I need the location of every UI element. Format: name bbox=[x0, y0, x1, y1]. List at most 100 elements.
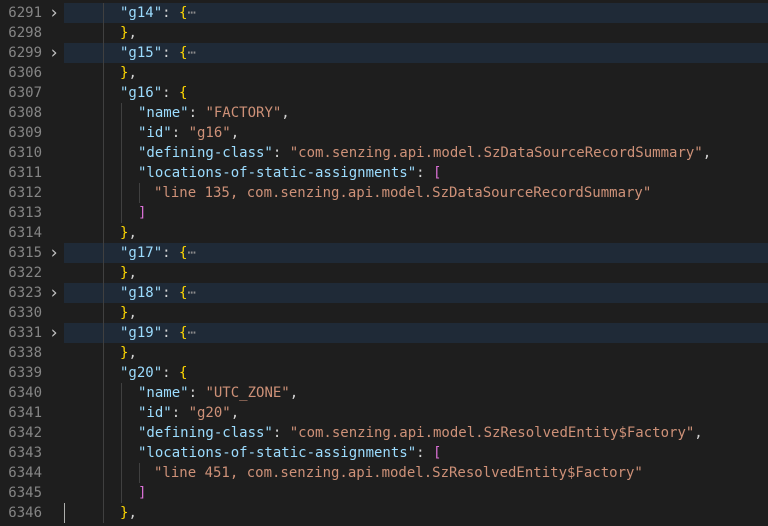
line-number: 6342 bbox=[8, 425, 42, 441]
folded-code-line[interactable]: 6291 › "g14": {⋯ bbox=[0, 3, 768, 23]
line-number: 6345 bbox=[8, 485, 42, 501]
punctuation: : bbox=[272, 145, 290, 161]
line-number: 6339 bbox=[8, 365, 42, 381]
bracket: [ bbox=[433, 445, 442, 461]
code-line[interactable]: 6298}, bbox=[0, 23, 768, 43]
punctuation: , bbox=[128, 305, 137, 321]
line-number: 6330 bbox=[8, 305, 42, 321]
chevron-right-icon[interactable]: › bbox=[48, 3, 60, 23]
code-text: "g14": {⋯ bbox=[120, 3, 196, 23]
code-text: "id": "g16", bbox=[138, 123, 239, 143]
gutter: 6298 bbox=[0, 23, 64, 43]
gutter: 6323 › bbox=[0, 283, 64, 303]
gutter: 6322 bbox=[0, 263, 64, 283]
code-line[interactable]: 6338}, bbox=[0, 343, 768, 363]
line-number: 6343 bbox=[8, 445, 42, 461]
folded-code-line[interactable]: 6299 › "g15": {⋯ bbox=[0, 43, 768, 63]
gutter: 6343 bbox=[0, 443, 64, 463]
gutter: 6312 bbox=[0, 183, 64, 203]
line-number: 6331 bbox=[8, 325, 42, 341]
code-text: "g15": {⋯ bbox=[120, 43, 196, 63]
chevron-right-icon[interactable]: › bbox=[48, 243, 60, 263]
code-line[interactable]: 6311 "locations-of-static-assignments": [ bbox=[0, 163, 768, 183]
code-line[interactable]: 6308 "name": "FACTORY", bbox=[0, 103, 768, 123]
punctuation: , bbox=[128, 225, 137, 241]
fold-ellipsis[interactable]: ⋯ bbox=[187, 45, 195, 61]
text-cursor bbox=[64, 503, 65, 523]
code-line[interactable]: 6340 "name": "UTC_ZONE", bbox=[0, 383, 768, 403]
code-text: "id": "g20", bbox=[138, 403, 239, 423]
fold-ellipsis[interactable]: ⋯ bbox=[187, 285, 195, 301]
punctuation: , bbox=[128, 345, 137, 361]
gutter: 6342 bbox=[0, 423, 64, 443]
line-number: 6306 bbox=[8, 65, 42, 81]
json-key: "name" bbox=[138, 385, 189, 401]
json-key: "g20" bbox=[120, 365, 163, 381]
json-key: "locations-of-static-assignments" bbox=[138, 165, 417, 181]
code-line[interactable]: 6345] bbox=[0, 483, 768, 503]
code-line[interactable]: 6343 "locations-of-static-assignments": [ bbox=[0, 443, 768, 463]
code-line[interactable]: 6339 "g20": { bbox=[0, 363, 768, 383]
code-line[interactable]: 6342 "defining-class": "com.senzing.api.m… bbox=[0, 423, 768, 443]
code-line[interactable]: 6344 "line 451, com.senzing.api.model.SzR… bbox=[0, 463, 768, 483]
line-number: 6291 bbox=[8, 5, 42, 21]
code-text: "line 135, com.senzing.api.model.SzDataS… bbox=[154, 183, 651, 203]
chevron-right-icon[interactable]: › bbox=[48, 283, 60, 303]
code-text: "locations-of-static-assignments": [ bbox=[138, 443, 441, 463]
code-line[interactable]: 6307 "g16": { bbox=[0, 83, 768, 103]
punctuation: , bbox=[702, 145, 712, 161]
code-text: "line 451, com.senzing.api.model.SzResol… bbox=[154, 463, 643, 483]
fold-ellipsis[interactable]: ⋯ bbox=[187, 245, 195, 261]
code-line[interactable]: 6310 "defining-class": "com.senzing.api.m… bbox=[0, 143, 768, 163]
line-number: 6312 bbox=[8, 185, 42, 201]
json-string: "line 135, com.senzing.api.model.SzDataS… bbox=[154, 185, 652, 201]
folded-code-line[interactable]: 6323 › "g18": {⋯ bbox=[0, 283, 768, 303]
code-line[interactable]: 6309 "id": "g16", bbox=[0, 123, 768, 143]
punctuation: , bbox=[281, 105, 290, 121]
chevron-right-icon[interactable]: › bbox=[48, 43, 60, 63]
code-line[interactable]: 6313] bbox=[0, 203, 768, 223]
folded-code-line[interactable]: 6315 › "g17": {⋯ bbox=[0, 243, 768, 263]
punctuation: , bbox=[694, 425, 703, 441]
line-number: 6310 bbox=[8, 145, 42, 161]
punctuation: : bbox=[162, 45, 180, 61]
code-line[interactable]: 6306}, bbox=[0, 63, 768, 83]
code-text: "g19": {⋯ bbox=[120, 323, 196, 343]
json-key: "locations-of-static-assignments" bbox=[138, 445, 417, 461]
code-editor[interactable]: 6291 › "g14": {⋯ 6298}, 6299 › "g15": {⋯ 6306},… bbox=[0, 0, 768, 526]
gutter: 6330 bbox=[0, 303, 64, 323]
code-line[interactable]: 6314}, bbox=[0, 223, 768, 243]
folded-code-line[interactable]: 6331 › "g19": {⋯ bbox=[0, 323, 768, 343]
line-number: 6307 bbox=[8, 85, 42, 101]
line-number: 6309 bbox=[8, 125, 42, 141]
code-text: }, bbox=[120, 303, 137, 323]
code-line[interactable]: 6346}, bbox=[0, 503, 768, 523]
punctuation: : bbox=[188, 105, 206, 121]
chevron-right-icon[interactable]: › bbox=[48, 323, 60, 343]
fold-ellipsis[interactable]: ⋯ bbox=[187, 5, 195, 21]
line-number: 6313 bbox=[8, 205, 42, 221]
punctuation: : bbox=[162, 325, 180, 341]
line-number: 6341 bbox=[8, 405, 42, 421]
json-key: "g17" bbox=[120, 245, 163, 261]
gutter: 6344 bbox=[0, 463, 64, 483]
gutter: 6346 bbox=[0, 503, 64, 523]
bracket: ] bbox=[138, 205, 147, 221]
fold-ellipsis[interactable]: ⋯ bbox=[187, 325, 195, 341]
punctuation: : bbox=[162, 365, 180, 381]
code-line[interactable]: 6341 "id": "g20", bbox=[0, 403, 768, 423]
code-text: ] bbox=[138, 203, 146, 223]
code-line[interactable]: 6330}, bbox=[0, 303, 768, 323]
punctuation: , bbox=[128, 265, 137, 281]
gutter: 6338 bbox=[0, 343, 64, 363]
code-text: "g20": { bbox=[120, 363, 187, 383]
punctuation: : bbox=[416, 165, 434, 181]
punctuation: : bbox=[416, 445, 434, 461]
json-key: "g19" bbox=[120, 325, 163, 341]
json-string: "com.senzing.api.model.SzResolvedEntity$… bbox=[289, 425, 695, 441]
code-line[interactable]: 6322}, bbox=[0, 263, 768, 283]
punctuation: , bbox=[289, 385, 299, 401]
code-text: }, bbox=[120, 63, 137, 83]
code-line[interactable]: 6312 "line 135, com.senzing.api.model.SzD… bbox=[0, 183, 768, 203]
code-text: "name": "UTC_ZONE", bbox=[138, 383, 298, 403]
